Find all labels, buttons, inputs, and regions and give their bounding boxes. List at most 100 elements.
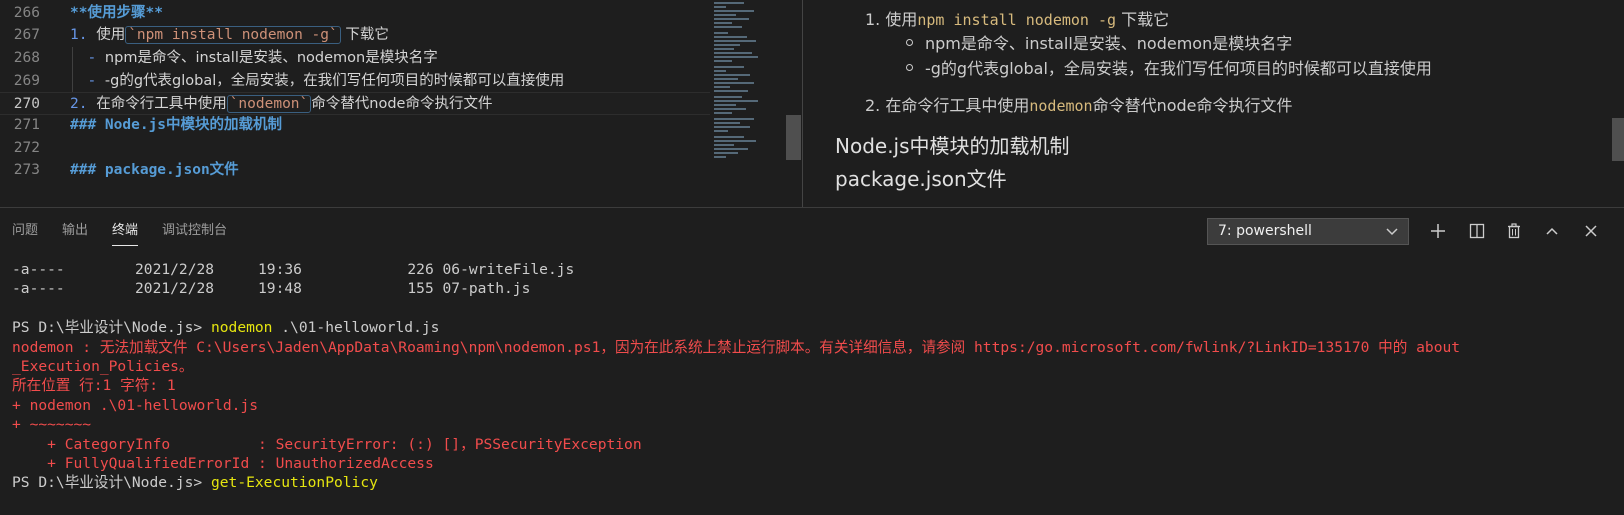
minimap-line (714, 130, 728, 132)
terminal-line: + CategoryInfo : SecurityError: (:) []，P… (12, 435, 1612, 454)
editor-line[interactable]: 270 2. 在命令行工具中使用 `nodemon` 命令替代node命令执行文件 (0, 92, 710, 115)
minimap-line (714, 14, 736, 16)
minimap-line (714, 44, 740, 46)
editor-line[interactable]: 269 - -g的g代表global，全局安装，在我们写任何项目的时候都可以直接… (0, 70, 710, 93)
terminal-text: + CategoryInfo : SecurityError: (:) []，P… (12, 435, 642, 453)
terminal-argument: .\01-helloworld.js (272, 319, 440, 337)
line-number: 270 (13, 96, 40, 112)
terminal-text: nodemon : 无法加载文件 C:\Users\Jaden\AppData\… (12, 338, 1461, 356)
terminal-line: + nodemon .\01-helloworld.js (12, 396, 1612, 415)
editor-scrollbar[interactable] (786, 115, 801, 160)
editor-line[interactable]: 267 1. 使用 `npm install nodemon -g` 下载它 (0, 24, 710, 47)
line-number: 273 (13, 162, 40, 178)
editor-line[interactable]: 271 ### Node.js中模块的加载机制 (0, 114, 710, 137)
terminal-line: PS D:\毕业设计\Node.js> get-ExecutionPolicy (12, 473, 1612, 492)
bottom-panel: 问题 输出 终端 调试控制台 7: powershell -a---- 2021… (0, 207, 1624, 515)
preview-list-item-1: 1. 使用npm install nodemon -g 下载它 (865, 6, 1169, 30)
minimap-line (714, 86, 730, 88)
preview-list-item-2: 2. 在命令行工具中使用nodemon命令替代node命令执行文件 (865, 92, 1293, 116)
close-icon[interactable] (1578, 218, 1604, 244)
line-number: 267 (13, 27, 40, 43)
preview-text: 下载它 (1116, 10, 1170, 29)
terminal-line: -a---- 2021/2/28 19:48 155 07-path.js (12, 279, 1612, 298)
split-icon[interactable] (1464, 218, 1490, 244)
minimap-line (714, 96, 742, 98)
line-content: 1. 使用 `npm install nodemon -g` 下载它 (70, 24, 389, 47)
minimap-line (714, 108, 746, 110)
tab-output[interactable]: 输出 (62, 219, 88, 238)
terminal-line: PS D:\毕业设计\Node.js> nodemon .\01-hellowo… (12, 318, 1612, 337)
trash-icon[interactable] (1501, 218, 1527, 244)
preview-sub-item-1: npm是命令、install是安装、nodemon是模块名字 (906, 30, 1292, 54)
chevron-up-icon[interactable] (1539, 218, 1565, 244)
terminal-prompt: PS D:\毕业设计\Node.js> (12, 474, 211, 492)
terminal-output[interactable]: -a---- 2021/2/28 19:36 226 06-writeFile.… (12, 260, 1612, 493)
line-number: 271 (13, 117, 40, 133)
minimap-line (714, 18, 749, 20)
terminal-select[interactable]: 7: powershell (1207, 218, 1409, 245)
tab-terminal[interactable]: 终端 (112, 219, 139, 246)
preview-scrollbar[interactable] (1612, 118, 1624, 161)
panel-tabs: 问题 输出 终端 调试控制台 (0, 208, 700, 248)
editor-line[interactable]: 268 - npm是命令、install是安装、nodemon是模块名字 (0, 47, 710, 70)
editor-line[interactable]: 272 (0, 137, 710, 160)
minimap-line (714, 136, 744, 138)
line-content: - -g的g代表global，全局安装，在我们写任何项目的时候都可以直接使用 (70, 70, 564, 93)
code-token: 2. (70, 96, 97, 112)
minimap-line (714, 56, 758, 58)
minimap-line (714, 156, 726, 158)
minimap-line (714, 70, 726, 72)
minimap-line (714, 100, 758, 102)
terminal-line: _Execution_Policies。 (12, 357, 1612, 376)
tab-debug-console[interactable]: 调试控制台 (162, 219, 227, 238)
minimap-line (714, 82, 754, 84)
minimap-line (714, 48, 734, 50)
editor-line[interactable]: 273 ### package.json文件 (0, 159, 710, 182)
minimap-line (714, 152, 738, 154)
line-content: 2. 在命令行工具中使用 `nodemon` 命令替代node命令执行文件 (70, 93, 492, 116)
minimap-line (714, 148, 748, 150)
terminal-line: + ~~~~~~~ (12, 415, 1612, 434)
minimap-line (714, 66, 744, 68)
code-token: -g的g代表global，全局安装，在我们写任何项目的时候都可以直接使用 (104, 73, 565, 89)
minimap-line (714, 36, 747, 38)
code-token: `nodemon` (226, 95, 312, 113)
minimap-line (714, 122, 740, 124)
minimap-line (714, 140, 756, 142)
code-token: `npm install nodemon -g` (125, 26, 341, 44)
terminal-prompt: PS D:\毕业设计\Node.js> (12, 319, 211, 337)
plus-icon[interactable] (1425, 218, 1451, 244)
tab-problems[interactable]: 问题 (12, 219, 38, 238)
line-content: ### package.json文件 (70, 159, 239, 182)
preview-text: 命令替代node命令执行文件 (1092, 96, 1293, 115)
minimap-line (714, 26, 742, 28)
line-content: - npm是命令、install是安装、nodemon是模块名字 (70, 47, 438, 70)
terminal-line: -a---- 2021/2/28 19:36 226 06-writeFile.… (12, 260, 1612, 279)
minimap-line (714, 118, 754, 120)
preview-heading-1: Node.js中模块的加载机制 (835, 134, 1070, 158)
code-token: 命令替代node命令执行文件 (311, 96, 493, 112)
chevron-down-icon (1386, 219, 1398, 253)
markdown-editor[interactable]: 266 **使用步骤** 267 1. 使用 `npm install nodemon … (0, 0, 802, 207)
minimap-line (714, 2, 744, 4)
minimap-line (714, 78, 738, 80)
code-token: npm是命令、install是安装、nodemon是模块名字 (104, 50, 438, 66)
code-token: 1. (70, 27, 97, 43)
code-token: ### package.json文件 (70, 162, 239, 178)
preview-text: -g的g代表global，全局安装，在我们写任何项目的时候都可以直接使用 (925, 59, 1432, 78)
terminal-text: + ~~~~~~~ (12, 416, 92, 434)
terminal-text: -a---- 2021/2/28 19:36 226 06-writeFile.… (12, 261, 575, 278)
minimap-line (714, 52, 752, 54)
preview-sub-item-2: -g的g代表global，全局安装，在我们写任何项目的时候都可以直接使用 (906, 55, 1432, 79)
minimap-line (714, 90, 748, 92)
preview-inline-code: nodemon (1029, 97, 1093, 115)
preview-text: 2. 在命令行工具中使用 (865, 96, 1030, 115)
terminal-select-value: 7: powershell (1218, 223, 1312, 239)
editor-line[interactable]: 266 **使用步骤** (0, 2, 710, 25)
minimap-line (714, 60, 732, 62)
preview-heading-2: package.json文件 (835, 167, 1007, 191)
minimap[interactable] (712, 0, 778, 165)
terminal-line: + FullyQualifiedErrorId : UnauthorizedAc… (12, 454, 1612, 473)
minimap-line (714, 10, 754, 12)
